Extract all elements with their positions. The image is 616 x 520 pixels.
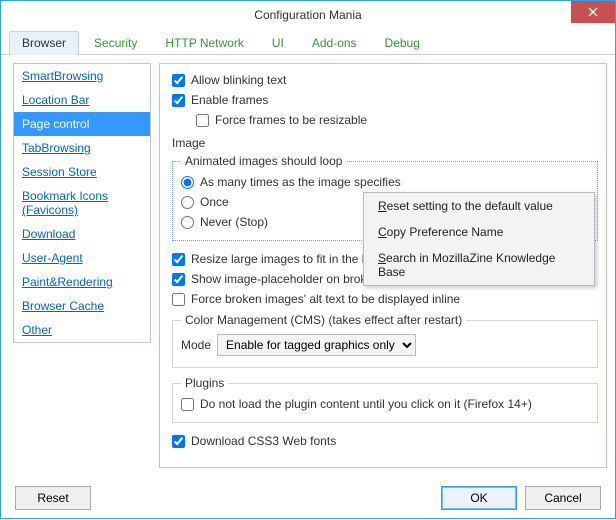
section-image: Image <box>172 136 598 150</box>
label-force-frames: Force frames to be resizable <box>215 113 367 127</box>
sidebar-item-tabbrowsing[interactable]: TabBrowsing <box>14 136 150 160</box>
tab-browser[interactable]: Browser <box>9 31 79 55</box>
tab-addons[interactable]: Add-ons <box>299 31 370 55</box>
sidebar-item-other[interactable]: Other <box>14 318 150 342</box>
tab-security[interactable]: Security <box>81 31 150 55</box>
checkbox-enable-frames[interactable] <box>172 94 185 107</box>
sidebar-item-user-agent[interactable]: User-Agent <box>14 246 150 270</box>
window-title: Configuration Mania <box>1 8 615 22</box>
cancel-button[interactable]: Cancel <box>525 486 601 510</box>
label-force-alt: Force broken images' alt text to be disp… <box>191 292 460 306</box>
tabstrip: Browser Security HTTP Network UI Add-ons… <box>1 29 615 55</box>
ctx-reset-default[interactable]: Reset setting to the default value <box>364 193 594 219</box>
sidebar-item-browser-cache[interactable]: Browser Cache <box>14 294 150 318</box>
label-cms-mode: Mode <box>181 338 211 352</box>
sidebar-item-download[interactable]: Download <box>14 222 150 246</box>
sidebar-item-bookmark-icons[interactable]: Bookmark Icons (Favicons) <box>14 184 150 222</box>
footer: Reset OK Cancel <box>1 476 615 520</box>
checkbox-resize-large[interactable] <box>172 253 185 266</box>
fieldset-plugins: Plugins Do not load the plugin content u… <box>172 376 598 423</box>
checkbox-show-placeholder[interactable] <box>172 273 185 286</box>
reset-button[interactable]: Reset <box>15 486 91 510</box>
titlebar: Configuration Mania <box>1 1 615 29</box>
legend-anim-loop: Animated images should loop <box>181 154 346 168</box>
sidebar-item-location-bar[interactable]: Location Bar <box>14 88 150 112</box>
sidebar: SmartBrowsing Location Bar Page control … <box>1 55 151 476</box>
legend-plugins: Plugins <box>181 376 228 390</box>
checkbox-download-css3[interactable] <box>172 435 185 448</box>
label-allow-blinking: Allow blinking text <box>191 73 286 87</box>
checkbox-dont-load-plugin[interactable] <box>181 398 194 411</box>
tab-ui[interactable]: UI <box>259 31 297 55</box>
radio-anim-as-specified[interactable] <box>181 176 194 189</box>
fieldset-cms: Color Management (CMS) (takes effect aft… <box>172 313 598 368</box>
checkbox-force-alt[interactable] <box>172 293 185 306</box>
close-icon <box>588 7 598 17</box>
radio-anim-once[interactable] <box>181 196 194 209</box>
label-anim-once: Once <box>200 195 229 209</box>
select-cms-mode[interactable]: Enable for tagged graphics only <box>217 334 416 356</box>
sidebar-item-session-store[interactable]: Session Store <box>14 160 150 184</box>
label-download-css3: Download CSS3 Web fonts <box>191 434 336 448</box>
label-enable-frames: Enable frames <box>191 93 268 107</box>
label-anim-as-specified: As many times as the image specifies <box>200 175 401 189</box>
sidebar-item-page-control[interactable]: Page control <box>14 112 150 136</box>
ctx-search-mozillazine[interactable]: Search in MozillaZine Knowledge Base <box>364 245 594 285</box>
tab-debug[interactable]: Debug <box>372 31 433 55</box>
sidebar-item-paint-rendering[interactable]: Paint&Rendering <box>14 270 150 294</box>
radio-anim-never[interactable] <box>181 216 194 229</box>
legend-cms: Color Management (CMS) (takes effect aft… <box>181 313 466 327</box>
close-button[interactable] <box>571 1 615 23</box>
context-menu: Reset setting to the default value Copy … <box>363 192 595 286</box>
sidebar-item-smartbrowsing[interactable]: SmartBrowsing <box>14 64 150 88</box>
checkbox-force-frames[interactable] <box>196 114 209 127</box>
label-anim-never: Never (Stop) <box>200 215 268 229</box>
ok-button[interactable]: OK <box>441 486 517 510</box>
label-dont-load-plugin: Do not load the plugin content until you… <box>200 397 532 411</box>
checkbox-allow-blinking[interactable] <box>172 74 185 87</box>
tab-http-network[interactable]: HTTP Network <box>152 31 256 55</box>
ctx-copy-pref-name[interactable]: Copy Preference Name <box>364 219 594 245</box>
